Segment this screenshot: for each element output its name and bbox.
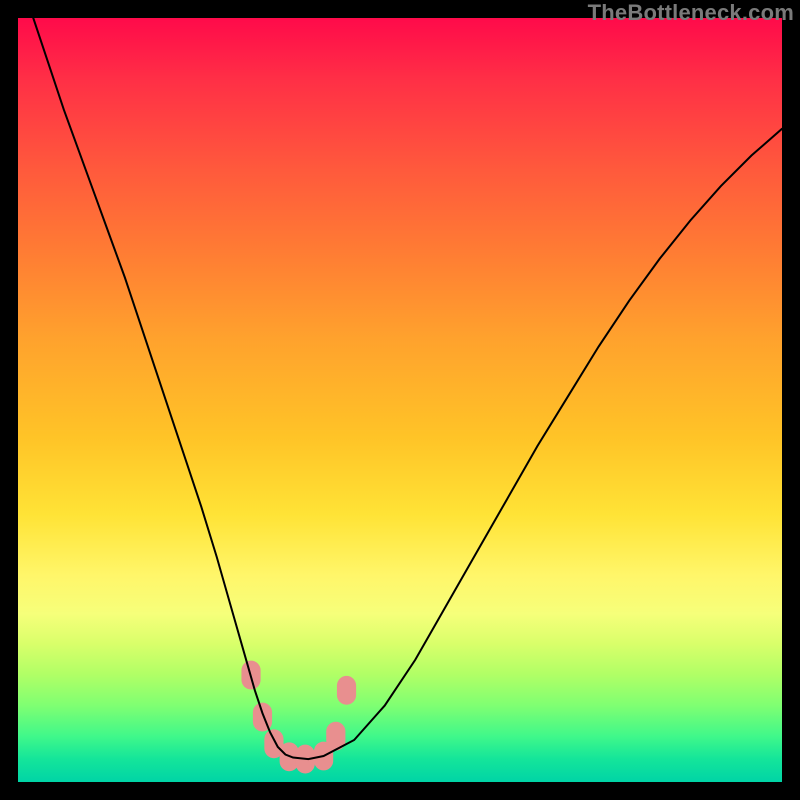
- curve-line: [33, 18, 782, 759]
- chart-svg: [18, 18, 782, 782]
- chart-stage: TheBottleneck.com: [0, 0, 800, 800]
- plot-area: [18, 18, 782, 782]
- marker-layer: [241, 661, 356, 774]
- marker-point: [337, 676, 356, 705]
- watermark-text: TheBottleneck.com: [588, 0, 794, 26]
- marker-point: [253, 703, 272, 732]
